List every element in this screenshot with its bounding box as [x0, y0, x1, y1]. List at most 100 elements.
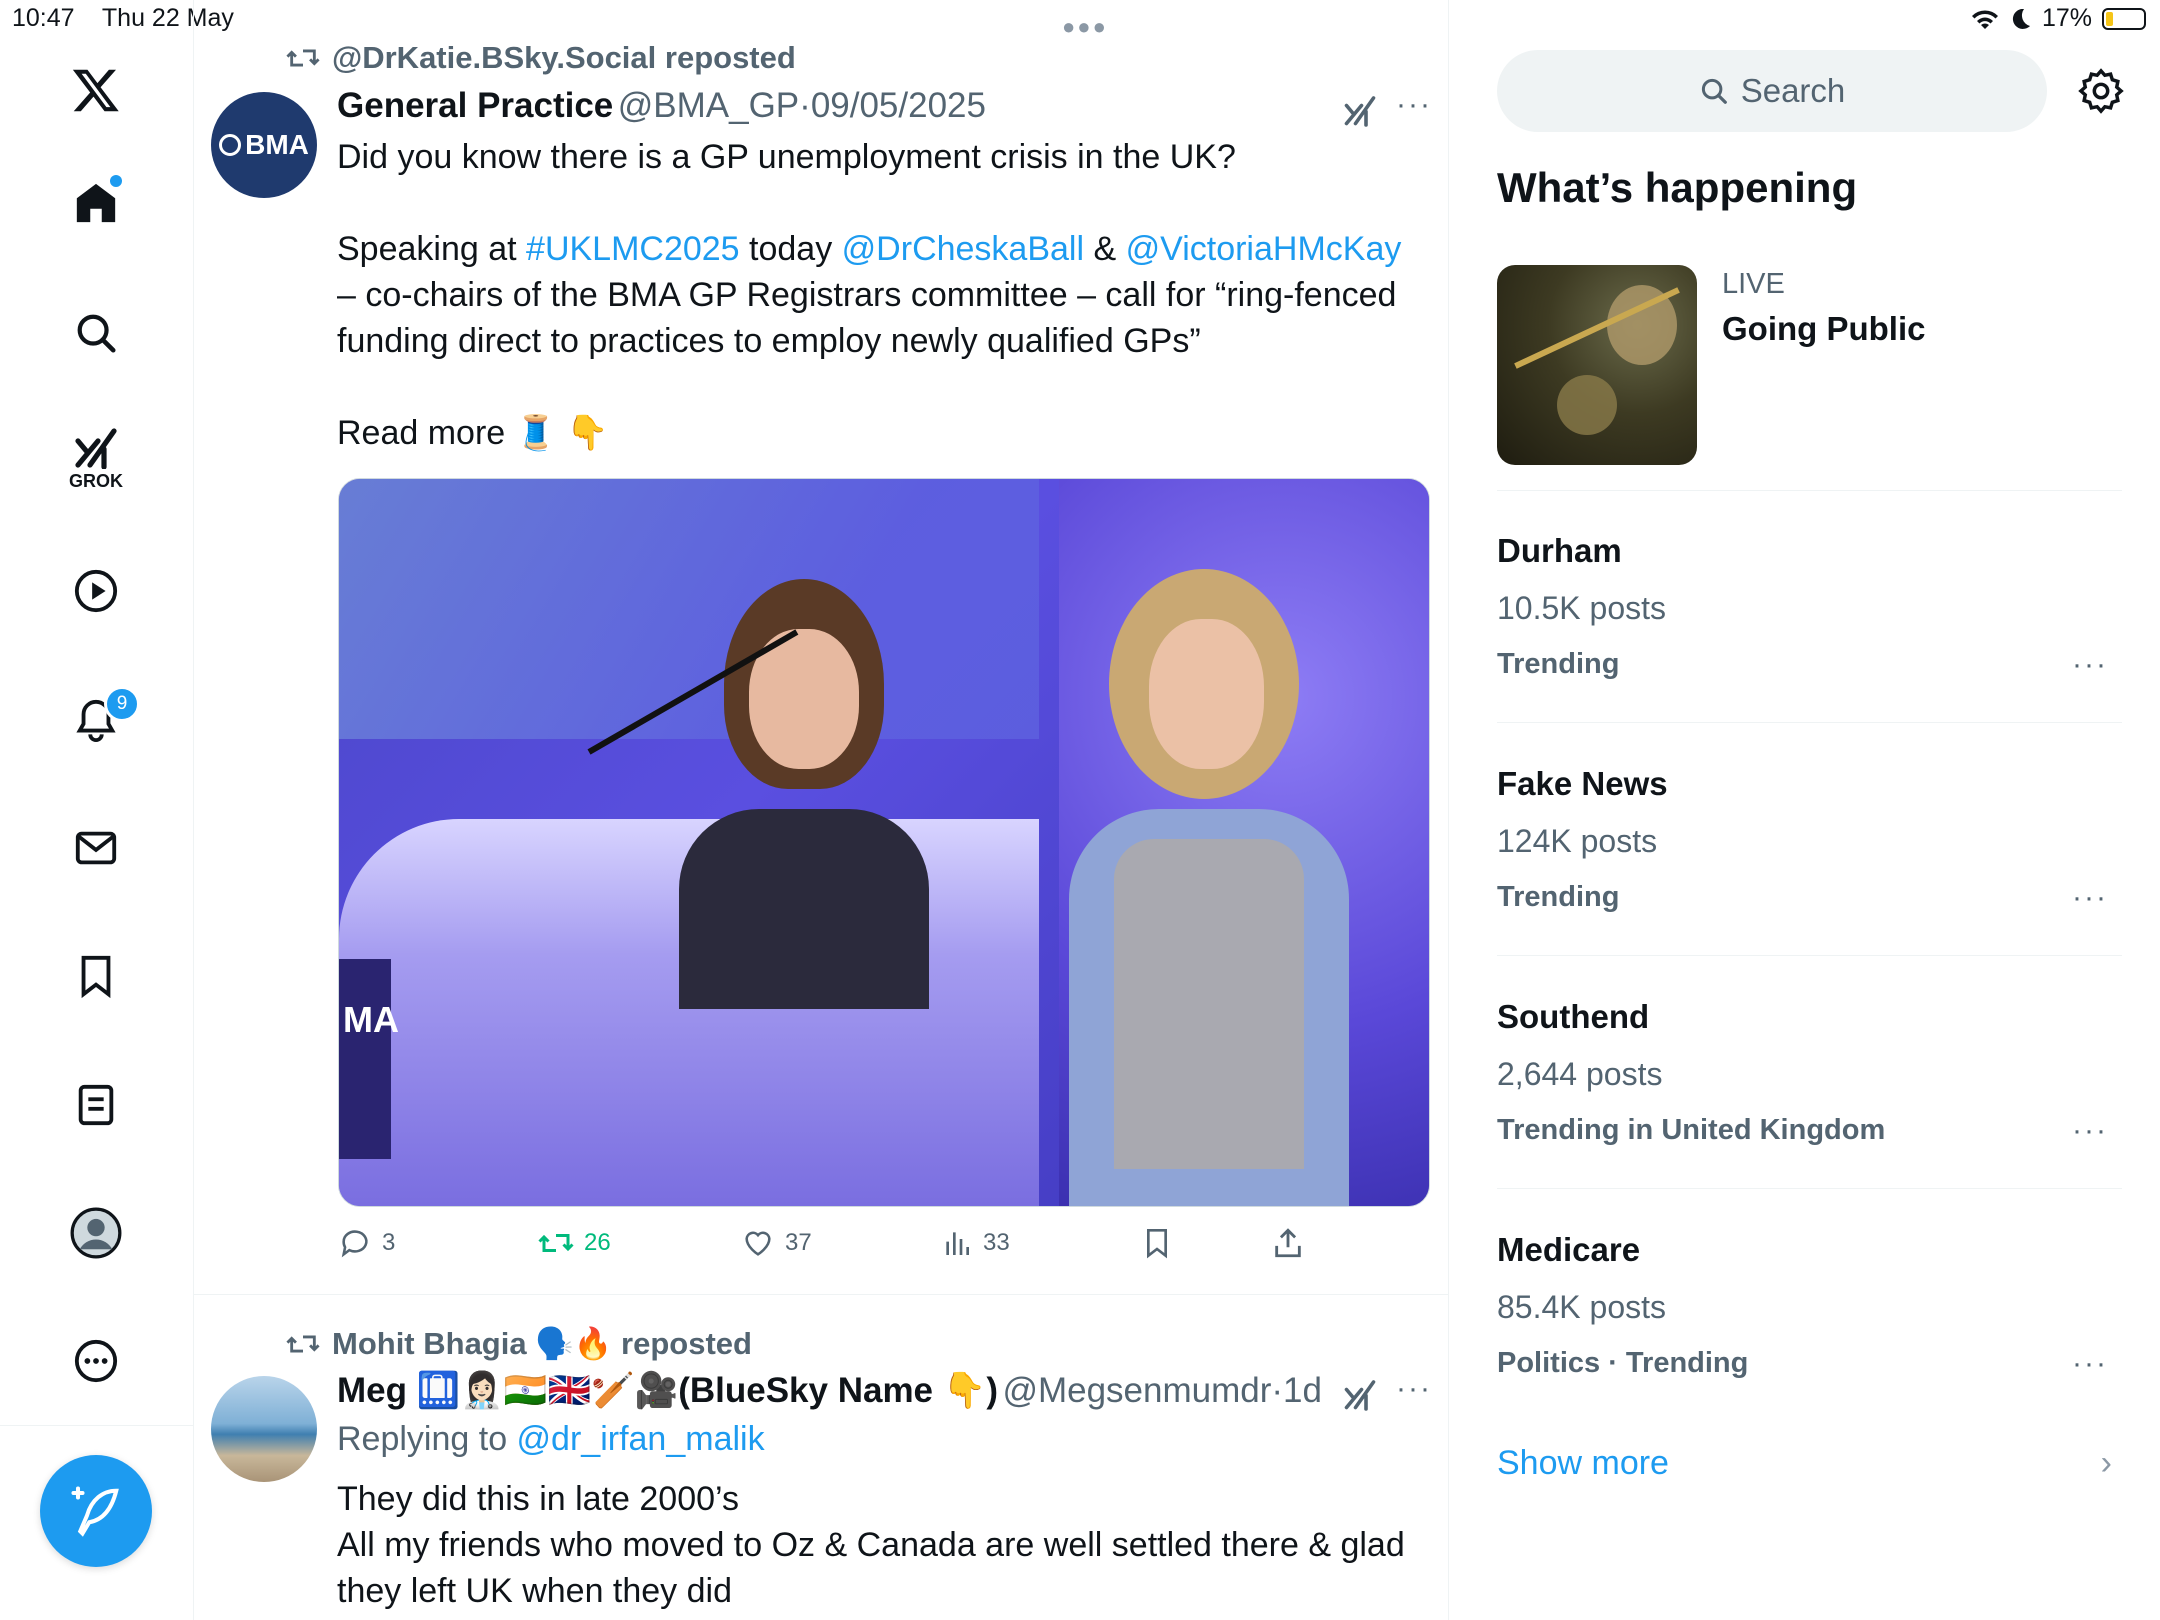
- settings-gear-icon[interactable]: [2078, 68, 2124, 119]
- trend-more-icon[interactable]: ···: [2072, 1347, 2108, 1381]
- repost-button[interactable]: 26: [538, 1228, 741, 1258]
- views-count: 33: [983, 1229, 1010, 1256]
- share-button[interactable]: [1271, 1226, 1305, 1260]
- tweet-header: Meg 🛄👩🏻‍⚕️🇮🇳🇬🇧🏏🎥(BlueSky Name 👇) @Megsen…: [337, 1370, 1322, 1411]
- whats-happening-heading: What’s happening: [1497, 164, 1858, 211]
- post-date[interactable]: 09/05/2025: [811, 86, 986, 125]
- home-icon[interactable]: [48, 155, 144, 251]
- tweet-line-2: All my friends who moved to Oz & Canada …: [337, 1526, 1405, 1610]
- repost-icon: [286, 1335, 320, 1352]
- tweet-paragraph-2: Speaking at #UKLMC2025 today @DrCheskaBa…: [337, 226, 1417, 364]
- bookmark-button[interactable]: [1141, 1226, 1271, 1260]
- tweet-divider: [194, 1294, 1448, 1295]
- repost-action-icon: [538, 1234, 574, 1252]
- meg-avatar[interactable]: [211, 1376, 317, 1482]
- repost-icon: [286, 49, 320, 67]
- trend-more-icon[interactable]: ···: [2072, 648, 2108, 682]
- heart-icon: [745, 1231, 771, 1256]
- bma-avatar[interactable]: BMA: [211, 92, 317, 198]
- grok-nav-item[interactable]: GROK: [48, 410, 144, 506]
- text-segment: Speaking at: [337, 230, 527, 268]
- views-button[interactable]: 33: [941, 1227, 1141, 1259]
- notifications-icon[interactable]: 9: [48, 672, 144, 768]
- trend-title: Durham: [1497, 532, 1622, 569]
- like-button[interactable]: 37: [741, 1226, 941, 1260]
- hashtag-link[interactable]: #UKLMC2025: [526, 230, 740, 268]
- trend-title: Southend: [1497, 998, 1650, 1035]
- grok-post-icon[interactable]: [1342, 1376, 1378, 1417]
- trend-context: Politics · Trending: [1497, 1347, 1749, 1379]
- repost-indicator: @DrKatie.BSky.Social reposted: [286, 40, 796, 76]
- text-segment: – co-chairs of the BMA GP Registrars com…: [337, 276, 1397, 360]
- lists-icon[interactable]: [48, 1057, 144, 1153]
- grok-post-icon[interactable]: [1342, 92, 1378, 133]
- profile-icon[interactable]: [48, 1185, 144, 1281]
- read-more-text: Read more 🧵 👇: [337, 414, 609, 452]
- share-icon: [1275, 1228, 1301, 1258]
- home-unread-dot: [110, 175, 122, 187]
- grok-icon: [75, 427, 117, 469]
- trend-post-count: 124K posts: [1497, 823, 1658, 859]
- mention-link[interactable]: @DrCheskaBall: [842, 230, 1084, 268]
- show-more-link[interactable]: Show more ›: [1497, 1444, 2122, 1483]
- podium-sign: MA: [339, 959, 399, 1159]
- speaker-left: [679, 579, 929, 1009]
- live-event-title: Going Public: [1722, 310, 1926, 347]
- nav-divider: [0, 1425, 193, 1426]
- compose-feather-icon: [71, 1486, 119, 1537]
- bma-globe-icon: [219, 134, 242, 156]
- bookmarks-icon[interactable]: [48, 928, 144, 1024]
- video-play-icon[interactable]: [48, 543, 144, 639]
- author-handle[interactable]: @BMA_GP: [618, 86, 799, 125]
- author-handle[interactable]: @Megsenmumdr: [1002, 1371, 1271, 1410]
- compose-button[interactable]: [40, 1455, 152, 1567]
- tweet-body: Did you know there is a GP unemployment …: [337, 134, 1417, 456]
- tweet-more-icon[interactable]: ···: [1396, 88, 1432, 122]
- header-separator: ·: [799, 86, 811, 125]
- battery-percent: 17%: [2041, 4, 2092, 32]
- moon-icon: [2012, 8, 2030, 29]
- repost-indicator: Mohit Bhagia 🗣️🔥 reposted: [286, 1325, 752, 1362]
- author-name[interactable]: Meg 🛄👩🏻‍⚕️🇮🇳🇬🇧🏏🎥(BlueSky Name 👇): [337, 1371, 998, 1410]
- trend-post-count: 2,644 posts: [1497, 1056, 1663, 1092]
- tweet-actions: 3 26 37 33: [338, 1226, 1448, 1260]
- trend-context: Trending in United Kingdom: [1497, 1114, 1886, 1146]
- bookmark-icon: [1147, 1229, 1167, 1259]
- sidebar-divider: [1497, 722, 2122, 723]
- author-name[interactable]: General Practice: [337, 86, 613, 125]
- sidebar-divider: [1497, 490, 2122, 491]
- sidebar-divider: [1497, 955, 2122, 956]
- timeline: @DrKatie.BSky.Social reposted BMA Genera…: [194, 0, 1449, 1620]
- search-input[interactable]: Search: [1497, 50, 2047, 132]
- left-nav: GROK 9: [0, 0, 194, 1620]
- trend-post-count: 10.5K posts: [1497, 590, 1666, 626]
- wifi-icon: [1971, 9, 1998, 29]
- trend-more-icon[interactable]: ···: [2072, 1114, 2108, 1148]
- search-icon[interactable]: [48, 285, 144, 381]
- tweet-header: General Practice @BMA_GP·09/05/2025: [337, 86, 986, 126]
- status-indicators: 17%: [1970, 4, 2146, 33]
- mention-link[interactable]: @VictoriaHMcKay: [1126, 230, 1402, 268]
- more-options-icon[interactable]: [48, 1313, 144, 1409]
- views-icon: [946, 1232, 969, 1255]
- text-segment: &: [1084, 230, 1126, 268]
- tweet-body: They did this in late 2000’s All my frie…: [337, 1476, 1417, 1614]
- like-count: 37: [785, 1229, 812, 1256]
- text-segment: today: [739, 230, 842, 268]
- messages-icon[interactable]: [48, 800, 144, 896]
- replying-to-link[interactable]: @dr_irfan_malik: [517, 1420, 765, 1458]
- trend-title: Medicare: [1497, 1231, 1641, 1268]
- post-date[interactable]: 1d: [1283, 1371, 1322, 1410]
- trend-title: Fake News: [1497, 765, 1668, 802]
- tweet-line-1: Did you know there is a GP unemployment …: [337, 138, 1236, 176]
- grok-label: GROK: [69, 470, 123, 491]
- x-logo-icon[interactable]: [48, 42, 144, 138]
- reply-button[interactable]: 3: [338, 1226, 538, 1260]
- live-tag: LIVE: [1722, 268, 1785, 300]
- trend-more-icon[interactable]: ···: [2072, 881, 2108, 915]
- bma-avatar-text: BMA: [245, 129, 309, 160]
- podium-sign-text: MA: [343, 999, 399, 1040]
- tweet-more-icon[interactable]: ···: [1396, 1372, 1432, 1406]
- search-placeholder: Search: [1740, 72, 1846, 109]
- tweet-media-image[interactable]: MA: [338, 478, 1430, 1207]
